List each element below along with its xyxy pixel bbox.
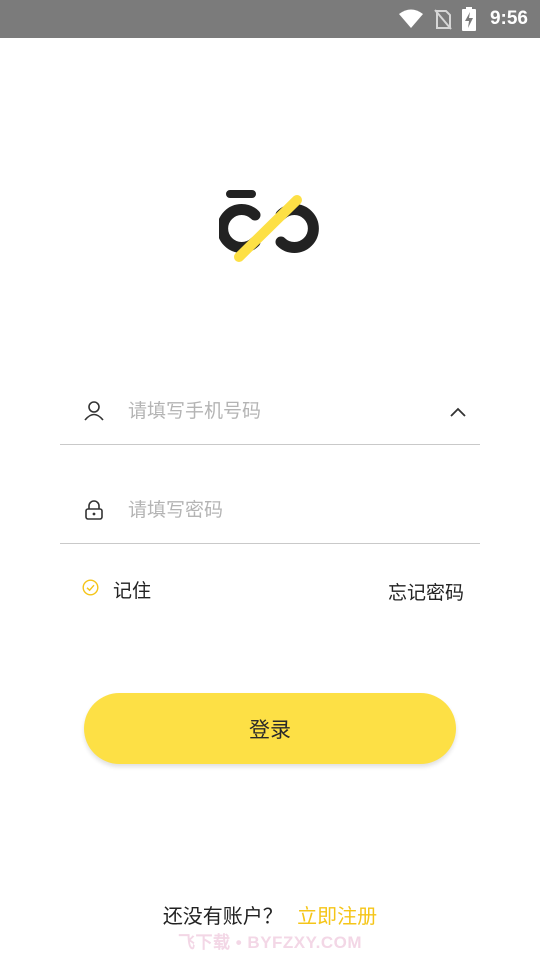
signup-prompt: 还没有账户？ [162,904,283,928]
login-button[interactable]: 登录 [84,693,456,764]
forgot-password-link[interactable]: 忘记密码 [388,578,464,605]
password-field [60,483,480,544]
status-time: 9:56 [489,8,528,29]
status-icons: 9:56 [398,0,528,38]
user-icon [83,400,105,422]
phone-input[interactable] [128,394,428,428]
lock-icon [83,499,105,521]
no-sim-icon [434,8,452,30]
signup-link[interactable]: 立即注册 [297,904,377,928]
signup-row: 还没有账户？ 立即注册 [0,900,540,929]
remember-label[interactable]: 记住 [113,576,151,603]
app-logo [217,184,319,266]
watermark: 飞下载 • BYFZXY.COM [178,933,362,952]
chevron-up-icon[interactable] [448,402,468,422]
remember-checkbox[interactable]: 记住 [82,576,151,603]
check-circle-icon[interactable] [82,579,99,600]
phone-field [60,384,480,445]
wifi-icon [398,8,424,30]
battery-charging-icon [461,7,476,31]
status-bar: 9:56 [0,0,540,38]
password-input[interactable] [128,493,428,527]
